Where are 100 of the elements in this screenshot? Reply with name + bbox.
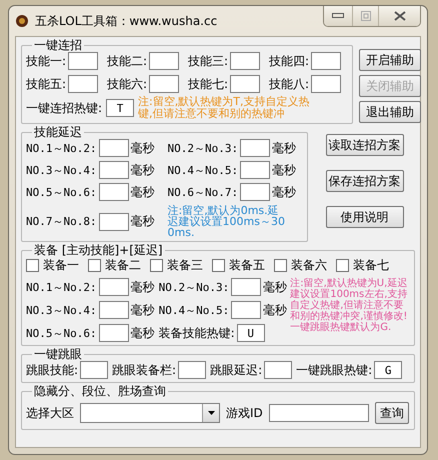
action-button[interactable]: 读取连招方案	[326, 134, 404, 156]
input-field[interactable]	[311, 75, 342, 93]
input-field[interactable]	[230, 52, 260, 70]
input-field[interactable]	[98, 212, 129, 230]
input-field[interactable]	[231, 278, 262, 296]
input-field[interactable]	[230, 75, 260, 93]
checkbox[interactable]	[150, 259, 163, 272]
field-label: NO.5～No.6:	[26, 184, 97, 200]
input-field[interactable]	[98, 278, 129, 296]
field-label: 装备六	[291, 257, 327, 274]
field-label: 装备七	[353, 257, 389, 274]
field-label: 一键跳眼热键:	[296, 362, 372, 378]
field-label: 技能八:	[269, 76, 310, 92]
group-title: 装备 [主动技能]+[延迟]	[33, 244, 164, 257]
minimize-icon	[332, 13, 344, 19]
group-title: 一键连招	[33, 39, 83, 52]
unit-label: 毫秒	[263, 278, 288, 296]
unit-label: 毫秒	[130, 324, 155, 342]
unit-label: 毫秒	[130, 184, 155, 200]
unit-label: 毫秒	[272, 162, 296, 178]
field-label: 装备一	[43, 257, 79, 274]
unit-label: 毫秒	[130, 213, 155, 230]
query-button[interactable]: 查询	[374, 402, 409, 424]
field-label: NO.2～No.3:	[158, 280, 230, 294]
field-label: 技能三:	[188, 52, 228, 70]
field-label: NO.2～No.3:	[168, 140, 238, 156]
field-label: 技能一:	[26, 52, 66, 70]
field-label: NO.4～No.5:	[158, 302, 230, 318]
field-label: NO.4～No.5:	[168, 162, 238, 178]
input-field[interactable]	[68, 52, 98, 70]
minimize-button[interactable]	[324, 6, 352, 26]
field-label: 技能二:	[107, 52, 148, 70]
input-field[interactable]	[98, 301, 129, 319]
input-field[interactable]	[178, 361, 206, 379]
dropdown-arrow-icon	[208, 411, 214, 415]
field-label: 技能五:	[26, 76, 66, 92]
input-field[interactable]	[98, 183, 129, 201]
region-dropdown[interactable]	[80, 403, 220, 423]
field-label: 一键连招热键:	[26, 100, 102, 116]
input-field[interactable]	[98, 161, 129, 179]
field-label: 跳眼技能:	[26, 362, 78, 378]
field-label: NO.7～No.8:	[26, 214, 97, 229]
group-title: 技能延迟	[33, 126, 83, 139]
checkbox[interactable]	[26, 259, 39, 272]
field-label: 装备二	[105, 257, 141, 274]
checkbox[interactable]	[336, 259, 349, 272]
input-field[interactable]	[231, 301, 262, 319]
field-label: NO.5～No.6:	[26, 326, 97, 340]
note-text: 注:留空,默认为0ms.延迟建议设置100ms～300ms.	[168, 205, 286, 238]
field-label: 跳眼装备栏:	[112, 362, 176, 378]
input-field[interactable]	[311, 52, 342, 70]
input-field[interactable]: T	[106, 99, 134, 117]
input-field[interactable]	[98, 139, 129, 157]
action-button[interactable]: 退出辅助	[359, 101, 421, 123]
field-label: NO.3～No.4:	[26, 302, 97, 318]
group-title: 一键跳眼	[33, 348, 83, 361]
input-field[interactable]	[240, 139, 270, 157]
group-title: 隐藏分、段位、胜场查询	[33, 385, 167, 398]
input-field[interactable]	[240, 183, 270, 201]
field-label: 选择大区	[26, 404, 74, 422]
input-field[interactable]: G	[374, 361, 402, 379]
action-button[interactable]: 使用说明	[326, 206, 404, 228]
unit-label: 毫秒	[272, 140, 296, 156]
field-label: NO.1～No.2:	[26, 280, 97, 294]
input-field[interactable]	[98, 324, 129, 342]
field-label: 技能七:	[188, 76, 228, 92]
input-field[interactable]	[240, 161, 270, 179]
action-button[interactable]: 开启辅助	[359, 49, 421, 71]
field-label: NO.6～No.7:	[168, 184, 238, 200]
field-label: NO.3～No.4:	[26, 162, 97, 178]
unit-label: 毫秒	[130, 302, 155, 318]
unit-label: 毫秒	[272, 184, 296, 200]
input-field[interactable]	[268, 404, 369, 422]
checkbox[interactable]	[274, 259, 287, 272]
unit-label: 毫秒	[130, 162, 155, 178]
field-label: 技能四:	[269, 52, 310, 70]
note-text: 注:留空,默认热键为T,支持自定义热键,但请注意不要和别的热键冲	[138, 96, 310, 120]
field-label: 装备三	[167, 257, 203, 274]
input-field[interactable]	[264, 361, 292, 379]
close-icon	[394, 11, 406, 21]
field-label: 装备五	[229, 257, 265, 274]
unit-label: 毫秒	[130, 140, 155, 156]
maximize-icon	[360, 11, 370, 21]
unit-label: 毫秒	[263, 302, 288, 318]
checkbox[interactable]	[88, 259, 101, 272]
field-label: 装备技能热键:	[158, 324, 235, 342]
field-label: 技能六:	[107, 76, 148, 92]
input-field[interactable]	[149, 75, 180, 93]
action-button[interactable]: 保存连招方案	[326, 170, 404, 192]
field-label: 跳眼延迟:	[210, 362, 262, 378]
field-label: NO.1～No.2:	[26, 140, 97, 156]
window-title: 五杀LOL工具箱：www.wusha.cc	[35, 12, 218, 30]
input-field[interactable]	[68, 75, 98, 93]
input-field[interactable]	[149, 52, 180, 70]
input-field[interactable]: U	[236, 324, 265, 342]
checkbox[interactable]	[212, 259, 225, 272]
input-field[interactable]	[80, 361, 108, 379]
close-button[interactable]	[378, 6, 420, 26]
unit-label: 毫秒	[130, 278, 155, 296]
note-text: 注:留空,默认热键为U,延迟建议设置100ms左右,支持自定义热键,但请注意不要和别的热键冲突,谨慎修改!一键跳眼热键默认为G.	[290, 278, 408, 333]
